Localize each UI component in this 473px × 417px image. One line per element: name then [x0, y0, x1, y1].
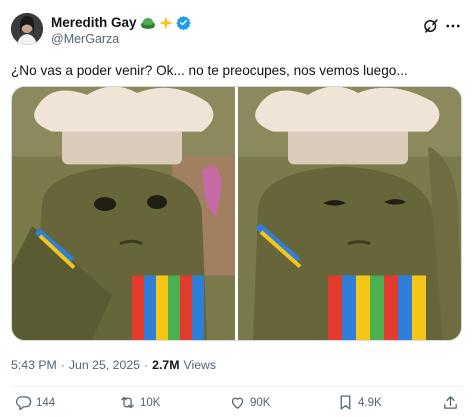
repost-button[interactable]: 10K	[119, 394, 160, 411]
share-button[interactable]	[442, 394, 459, 411]
tweet-time[interactable]: 5:43 PM	[11, 358, 57, 372]
tweet-media[interactable]	[11, 86, 462, 341]
tweet-header: Meredith Gay @MerGarza	[11, 13, 462, 47]
repost-icon	[121, 396, 134, 409]
verified-badge-icon	[175, 15, 191, 30]
tweet-actions: 144 10K 90K 4.9K	[11, 394, 462, 416]
chef-hat-emoji-icon	[140, 16, 156, 30]
reply-icon	[15, 396, 32, 411]
tweet-text: ¿No vas a poder venir? Ok... no te preoc…	[11, 63, 408, 78]
like-count: 90K	[250, 396, 271, 409]
bookmark-icon	[340, 395, 351, 410]
like-button[interactable]: 90K	[229, 394, 270, 411]
tweet-meta: 5:43 PM · Jun 25, 2025 · 2.7M Views	[11, 358, 216, 372]
bookmark-button[interactable]: 4.9K	[337, 394, 382, 411]
views-label: Views	[183, 358, 217, 372]
puppet-chef-photo-2[interactable]	[238, 87, 462, 340]
divider	[11, 386, 462, 387]
meta-separator: ·	[60, 358, 65, 372]
name-row: Meredith Gay	[51, 15, 191, 30]
heart-icon	[231, 397, 244, 409]
views-count: 2.7M	[152, 358, 180, 372]
tweet-date[interactable]: Jun 25, 2025	[69, 358, 140, 372]
puppet-chef-photo-1[interactable]	[12, 87, 235, 340]
reply-count: 144	[36, 396, 56, 409]
sparkles-emoji-icon	[158, 15, 173, 30]
user-handle[interactable]: @MerGarza	[51, 32, 119, 46]
avatar[interactable]	[11, 13, 43, 45]
display-name[interactable]: Meredith Gay	[51, 15, 137, 30]
more-options-icon[interactable]	[444, 17, 462, 35]
bookmark-count: 4.9K	[358, 396, 382, 409]
grok-icon[interactable]	[422, 17, 440, 35]
reply-button[interactable]: 144	[15, 394, 55, 411]
share-icon	[444, 396, 457, 409]
meta-separator-2: ·	[144, 358, 149, 372]
repost-count: 10K	[140, 396, 161, 409]
